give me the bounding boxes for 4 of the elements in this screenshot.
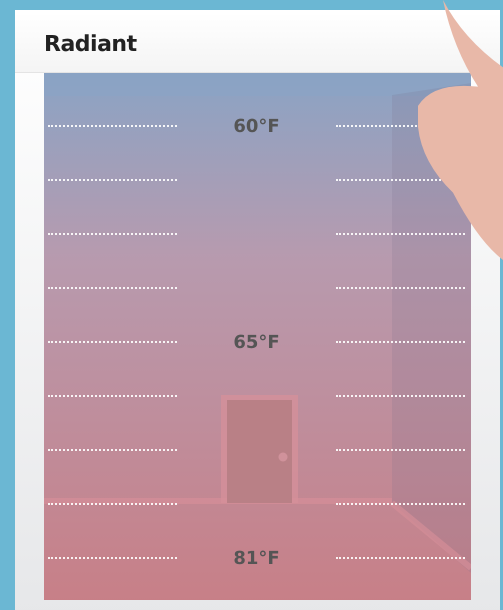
temperature-label: 60°F	[233, 116, 280, 136]
temperature-label: 81°F	[233, 548, 280, 568]
temperature-label: 65°F	[233, 332, 280, 352]
room-title: Radiant	[44, 34, 138, 56]
